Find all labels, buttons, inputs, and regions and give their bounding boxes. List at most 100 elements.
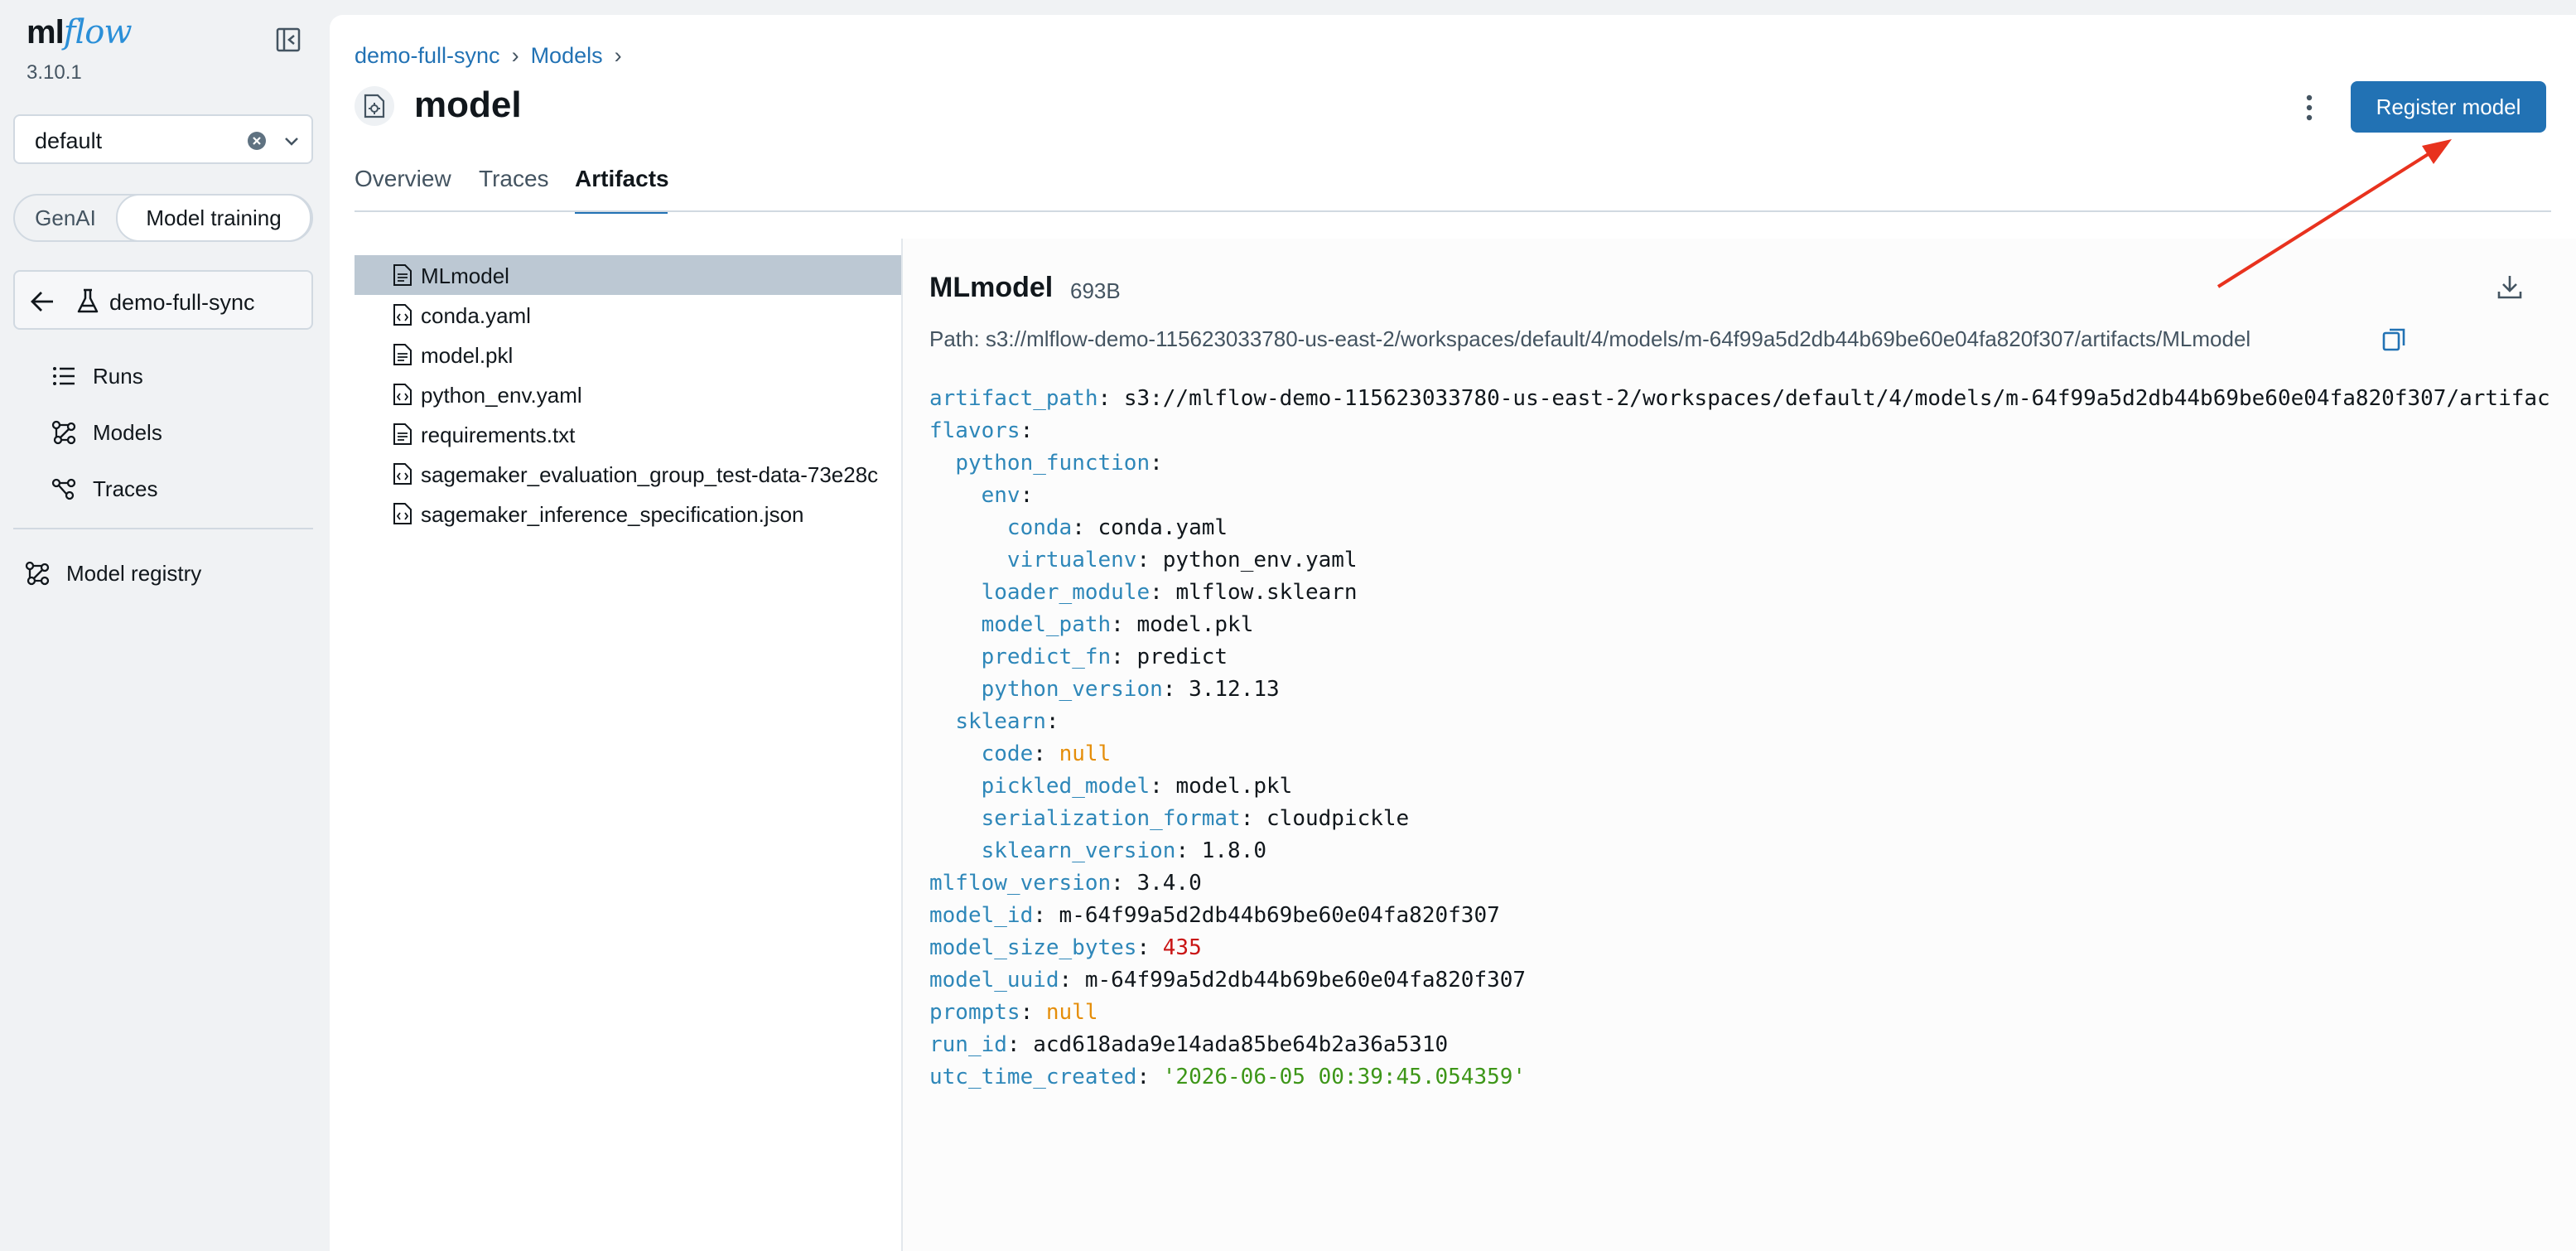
code-value: m-64f99a5d2db44b69be60e04fa820f307	[1084, 968, 1527, 993]
code-key: env	[981, 483, 1020, 508]
code-colon: :	[1059, 968, 1085, 993]
tab-traces[interactable]: Traces	[479, 166, 549, 192]
breadcrumb-experiment[interactable]: demo-full-sync	[355, 43, 500, 68]
breadcrumb-separator-icon: ›	[511, 43, 519, 68]
file-code-icon	[393, 384, 412, 405]
code-key: python_function	[955, 451, 1151, 476]
chevron-down-icon[interactable]	[282, 131, 301, 151]
file-code-icon	[393, 463, 412, 485]
code-value: model.pkl	[1175, 774, 1293, 799]
code-line: code: null	[929, 738, 2550, 770]
page-title: model	[414, 85, 522, 125]
code-value: 3.4.0	[1136, 871, 1202, 896]
models-icon	[51, 420, 76, 445]
code-key: virtualenv	[1006, 548, 1137, 572]
main-panel: demo-full-sync › Models › model Register mo…	[330, 15, 2576, 1251]
code-key: utc_time_created	[929, 1065, 1137, 1089]
collapse-sidebar-icon[interactable]	[275, 27, 301, 53]
code-key: loader_module	[981, 580, 1151, 605]
code-line: model_uuid: m-64f99a5d2db44b69be60e04fa8…	[929, 964, 2550, 997]
code-key: predict_fn	[981, 645, 1112, 669]
code-value: null	[1059, 741, 1112, 766]
code-colon: :	[1150, 451, 1176, 476]
code-line: flavors:	[929, 415, 2550, 447]
file-item-mlmodel[interactable]: MLmodel	[355, 255, 901, 295]
code-colon: :	[1033, 741, 1059, 766]
file-item-model-pkl[interactable]: model.pkl	[355, 335, 901, 374]
copy-icon[interactable]	[2382, 326, 2407, 353]
sidebar-divider	[13, 528, 313, 529]
sidebar-item-model-registry[interactable]: Model registry	[20, 552, 285, 593]
kebab-menu-icon[interactable]	[2296, 91, 2323, 124]
code-key: sklearn	[955, 709, 1046, 734]
code-colon: :	[1020, 483, 1046, 508]
sidebar-item-runs[interactable]: Runs	[46, 355, 311, 396]
sidebar-item-label: Model registry	[66, 561, 202, 586]
file-code-icon	[393, 503, 412, 524]
file-item-sagemaker-evaluation[interactable]: sagemaker_evaluation_group_test-data-73e…	[355, 454, 901, 494]
code-line: serialization_format: cloudpickle	[929, 803, 2550, 835]
code-line: model_path: model.pkl	[929, 609, 2550, 641]
file-item-requirements-txt[interactable]: requirements.txt	[355, 414, 901, 454]
code-colon: :	[1020, 1000, 1046, 1025]
code-key: artifact_path	[929, 386, 1098, 411]
code-value: predict	[1136, 645, 1228, 669]
file-item-sagemaker-inference[interactable]: sagemaker_inference_specification.json	[355, 494, 901, 534]
sidebar-item-label: Traces	[93, 476, 158, 501]
code-value: 3.12.13	[1189, 677, 1280, 702]
toggle-genai[interactable]: GenAI	[15, 196, 116, 240]
code-key: run_id	[929, 1032, 1007, 1057]
code-colon: :	[1045, 709, 1073, 734]
tab-overview[interactable]: Overview	[355, 166, 451, 192]
file-name: python_env.yaml	[421, 383, 582, 408]
file-code-icon	[393, 304, 412, 326]
file-name: sagemaker_evaluation_group_test-data-73e…	[421, 462, 879, 487]
file-item-python-env-yaml[interactable]: python_env.yaml	[355, 374, 901, 414]
code-key: model_path	[981, 612, 1112, 637]
artifact-name: MLmodel	[929, 272, 1054, 303]
code-line: python_version: 3.12.13	[929, 674, 2550, 706]
toggle-model-training[interactable]: Model training	[116, 194, 311, 242]
code-key: prompts	[929, 1000, 1020, 1025]
download-icon[interactable]	[2495, 272, 2525, 302]
breadcrumb-separator-icon: ›	[614, 43, 622, 68]
code-colon: :	[1020, 418, 1046, 443]
code-value: cloudpickle	[1266, 806, 1410, 831]
mlflow-logo[interactable]: mlflow	[27, 13, 133, 51]
sidebar-item-label: Models	[93, 420, 162, 445]
breadcrumb: demo-full-sync › Models ›	[355, 43, 634, 69]
code-colon: :	[1136, 935, 1163, 960]
sidebar-item-traces[interactable]: Traces	[46, 467, 311, 509]
breadcrumb-models[interactable]: Models	[531, 43, 603, 68]
code-line: loader_module: mlflow.sklearn	[929, 577, 2550, 609]
code-colon: :	[1111, 612, 1137, 637]
code-line: python_function:	[929, 447, 2550, 480]
file-item-conda-yaml[interactable]: conda.yaml	[355, 295, 901, 335]
code-line: pickled_model: model.pkl	[929, 770, 2550, 803]
code-value: mlflow.sklearn	[1175, 580, 1358, 605]
sidebar-item-models[interactable]: Models	[46, 411, 311, 452]
code-key: python_version	[981, 677, 1163, 702]
code-line: sklearn:	[929, 706, 2550, 738]
code-colon: :	[1111, 871, 1137, 896]
code-value: 1.8.0	[1201, 838, 1267, 863]
code-line: model_size_bytes: 435	[929, 932, 2550, 964]
register-model-button[interactable]: Register model	[2351, 81, 2546, 133]
code-value: s3://mlflow-demo-115623033780-us-east-2/…	[1123, 386, 2550, 411]
code-value: m-64f99a5d2db44b69be60e04fa820f307	[1059, 903, 1500, 928]
tab-artifacts[interactable]: Artifacts	[575, 166, 669, 192]
workspace-select[interactable]: default	[13, 114, 313, 164]
code-colon: :	[1097, 386, 1124, 411]
flask-icon	[77, 288, 99, 313]
clear-icon[interactable]	[247, 131, 267, 151]
code-colon: :	[1136, 548, 1163, 572]
experiment-back-button[interactable]: demo-full-sync	[13, 270, 313, 330]
code-value: conda.yaml	[1097, 515, 1228, 540]
